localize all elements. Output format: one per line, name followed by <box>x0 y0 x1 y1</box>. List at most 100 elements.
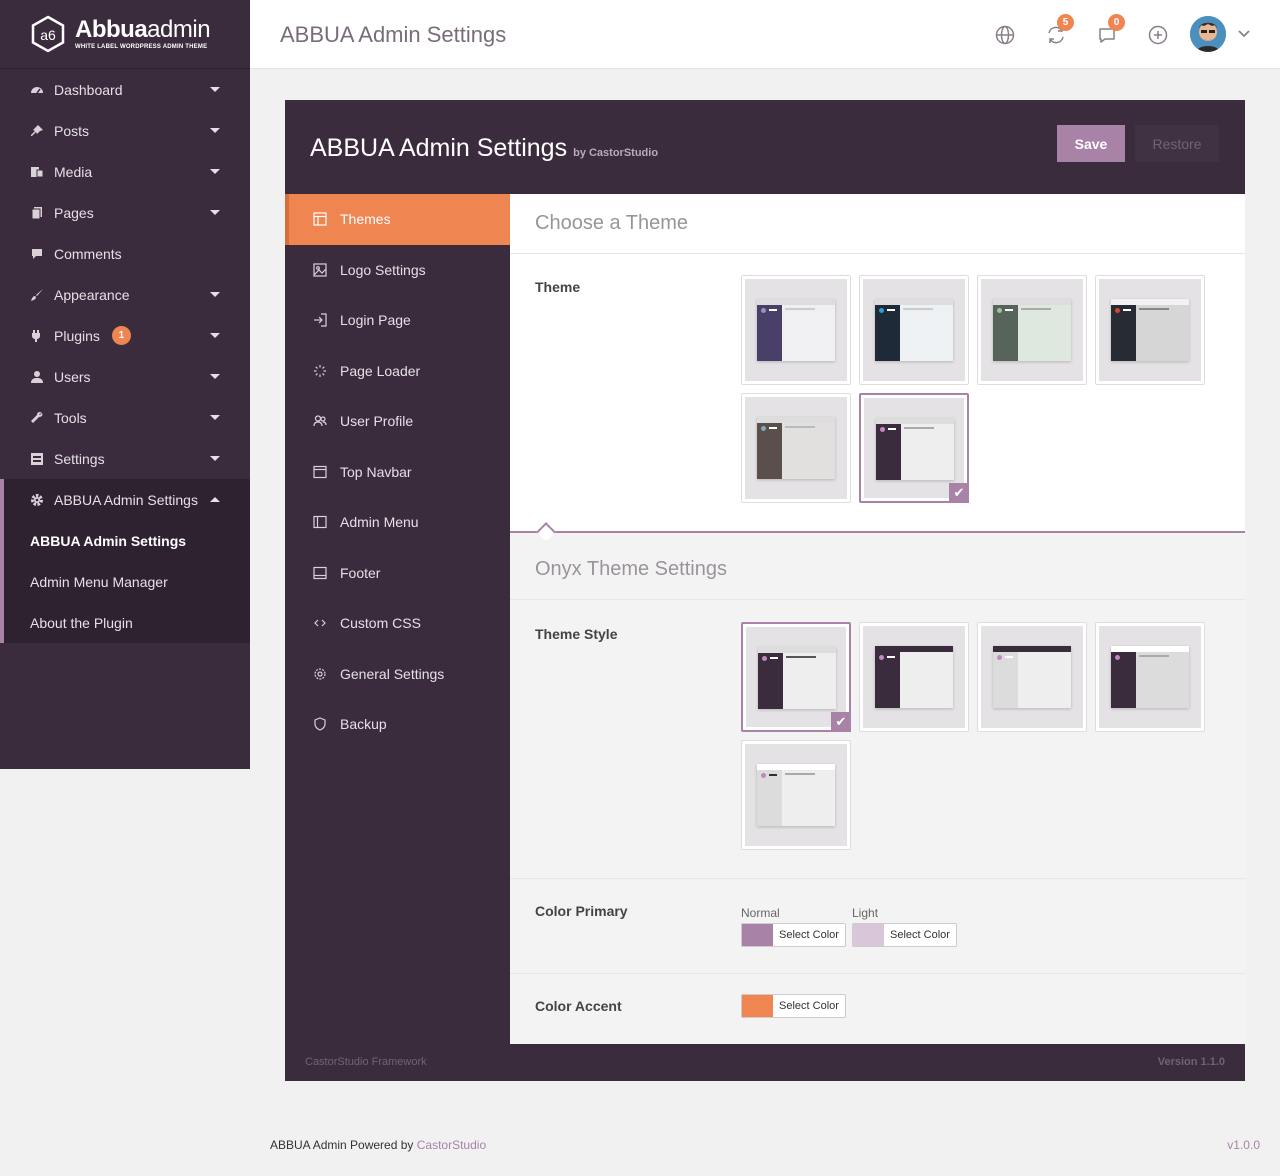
nav-label: Logo Settings <box>340 261 426 278</box>
select-color-label: Select Color <box>779 929 839 941</box>
nav-label: General Settings <box>340 665 445 682</box>
theme-option[interactable] <box>741 393 851 503</box>
nav-general-settings[interactable]: General Settings <box>285 649 510 700</box>
nav-label: Page Loader <box>340 362 421 379</box>
add-new-icon[interactable] <box>1147 24 1169 46</box>
sidebar-item-media[interactable]: Media <box>0 151 250 192</box>
framework-label: CastorStudio Framework <box>305 1056 427 1068</box>
chevron-down-icon <box>210 456 220 461</box>
submenu-admin-menu-manager[interactable]: Admin Menu Manager <box>4 561 250 602</box>
chevron-down-icon <box>210 333 220 338</box>
sidebar-item-pages[interactable]: Pages <box>0 192 250 233</box>
sidebar-item-comments[interactable]: Comments <box>0 233 250 274</box>
avatar[interactable] <box>1190 16 1226 52</box>
sidebar-item-label: Pages <box>54 204 94 221</box>
chevron-down-icon <box>210 210 220 215</box>
wrench-icon <box>30 411 44 425</box>
globe-icon[interactable] <box>994 24 1016 46</box>
chevron-down-icon <box>210 128 220 133</box>
layout-icon <box>313 212 327 226</box>
nav-label: Custom CSS <box>340 615 421 632</box>
nav-label: Top Navbar <box>340 463 412 480</box>
pages-icon <box>30 206 44 220</box>
version-label: Version 1.1.0 <box>1157 1056 1225 1068</box>
sidebar-item-label: Media <box>54 163 93 180</box>
sidebar-item-plugins[interactable]: Plugins 1 <box>0 315 250 356</box>
sidebar-item-label: Users <box>54 368 91 385</box>
shield-icon <box>314 717 326 731</box>
sidebar-item-users[interactable]: Users <box>0 356 250 397</box>
sidebar-item-posts[interactable]: Posts <box>0 110 250 151</box>
footer-text: ABBUA Admin Powered by <box>270 1138 417 1152</box>
logo-name-light: admin <box>147 16 211 43</box>
nav-admin-menu[interactable]: Admin Menu <box>285 497 510 548</box>
chevron-down-icon[interactable] <box>1237 26 1251 40</box>
section-divider <box>510 531 1245 533</box>
nav-top-navbar[interactable]: Top Navbar <box>285 447 510 498</box>
sidebar-item-tools[interactable]: Tools <box>0 397 250 438</box>
sidebar-icon <box>313 516 327 529</box>
theme-style-option[interactable]: ✔ <box>741 622 851 732</box>
nav-page-loader[interactable]: Page Loader <box>285 346 510 397</box>
nav-themes[interactable]: Themes <box>285 194 510 245</box>
sidebar-item-label: Settings <box>54 450 105 467</box>
section-title: Choose a Theme <box>510 194 1245 254</box>
color-primary-normal-picker[interactable]: Select Color <box>741 923 846 947</box>
section-title: Onyx Theme Settings <box>510 540 1245 600</box>
theme-label: Theme <box>535 279 581 295</box>
panel-byline: by CastorStudio <box>573 147 659 159</box>
nav-user-profile[interactable]: User Profile <box>285 396 510 447</box>
sidebar-item-settings[interactable]: Settings <box>0 438 250 479</box>
comments-count-badge: 0 <box>1108 14 1125 31</box>
nav-backup[interactable]: Backup <box>285 699 510 750</box>
row-divider <box>510 878 1245 879</box>
submenu-about-plugin[interactable]: About the Plugin <box>4 602 250 643</box>
spinner-icon <box>314 364 326 377</box>
users-icon <box>313 415 327 427</box>
gear-icon <box>30 493 44 507</box>
theme-option[interactable] <box>977 275 1087 385</box>
admin-sidebar: a6 Abbuaadmin WHITE LABEL WORDPRESS ADMI… <box>0 0 250 769</box>
color-accent-picker[interactable]: Select Color <box>741 994 846 1018</box>
plugin-icon <box>30 329 44 343</box>
sidebar-item-label: Posts <box>54 122 90 139</box>
light-caption: Light <box>852 906 879 920</box>
refresh-icon[interactable]: 5 <box>1045 14 1074 46</box>
settings-panel: ABBUA Admin Settings by CastorStudio Save… <box>285 100 1245 1081</box>
theme-option[interactable] <box>859 275 969 385</box>
chevron-down-icon <box>210 292 220 297</box>
theme-style-option[interactable] <box>1095 622 1205 732</box>
window-icon <box>313 465 327 478</box>
nav-login-page[interactable]: Login Page <box>285 295 510 346</box>
footer-icon <box>313 566 327 579</box>
logo-mark-icon: a6 <box>29 15 67 53</box>
theme-style-option[interactable] <box>977 622 1087 732</box>
submenu-abbua-settings[interactable]: ABBUA Admin Settings <box>4 520 250 561</box>
panel-title-text: ABBUA Admin Settings <box>310 134 568 162</box>
sidebar-item-label: Plugins <box>54 327 100 344</box>
nav-custom-css[interactable]: Custom CSS <box>285 598 510 649</box>
theme-style-option[interactable] <box>859 622 969 732</box>
sidebar-item-label: Appearance <box>54 286 130 303</box>
color-primary-light-picker[interactable]: Select Color <box>852 923 957 947</box>
comment-bubble-icon[interactable]: 0 <box>1096 14 1125 46</box>
sidebar-menu: Dashboard Posts Media Pages Comments App… <box>0 69 250 643</box>
restore-button[interactable]: Restore <box>1135 125 1219 162</box>
sidebar-item-abbua-settings[interactable]: ABBUA Admin Settings <box>4 479 250 520</box>
choose-theme-section: Choose a Theme Theme ✔ <box>510 194 1245 532</box>
nav-logo-settings[interactable]: Logo Settings <box>285 245 510 296</box>
save-button[interactable]: Save <box>1057 125 1125 162</box>
top-navbar: ABBUA Admin Settings 5 0 <box>250 0 1280 69</box>
theme-option-onyx[interactable]: ✔ <box>859 393 969 503</box>
castorstudio-link[interactable]: CastorStudio <box>417 1138 486 1152</box>
theme-option[interactable] <box>741 275 851 385</box>
sidebar-item-dashboard[interactable]: Dashboard <box>0 69 250 110</box>
select-color-label: Select Color <box>779 1000 839 1012</box>
logo[interactable]: a6 Abbuaadmin WHITE LABEL WORDPRESS ADMI… <box>0 0 250 69</box>
nav-footer[interactable]: Footer <box>285 548 510 599</box>
theme-style-option[interactable] <box>741 740 851 850</box>
settings-content: Choose a Theme Theme ✔ Onyx Theme Settin… <box>510 194 1245 1044</box>
sidebar-active-group: ABBUA Admin Settings ABBUA Admin Setting… <box>0 479 250 643</box>
sidebar-item-appearance[interactable]: Appearance <box>0 274 250 315</box>
theme-option[interactable] <box>1095 275 1205 385</box>
